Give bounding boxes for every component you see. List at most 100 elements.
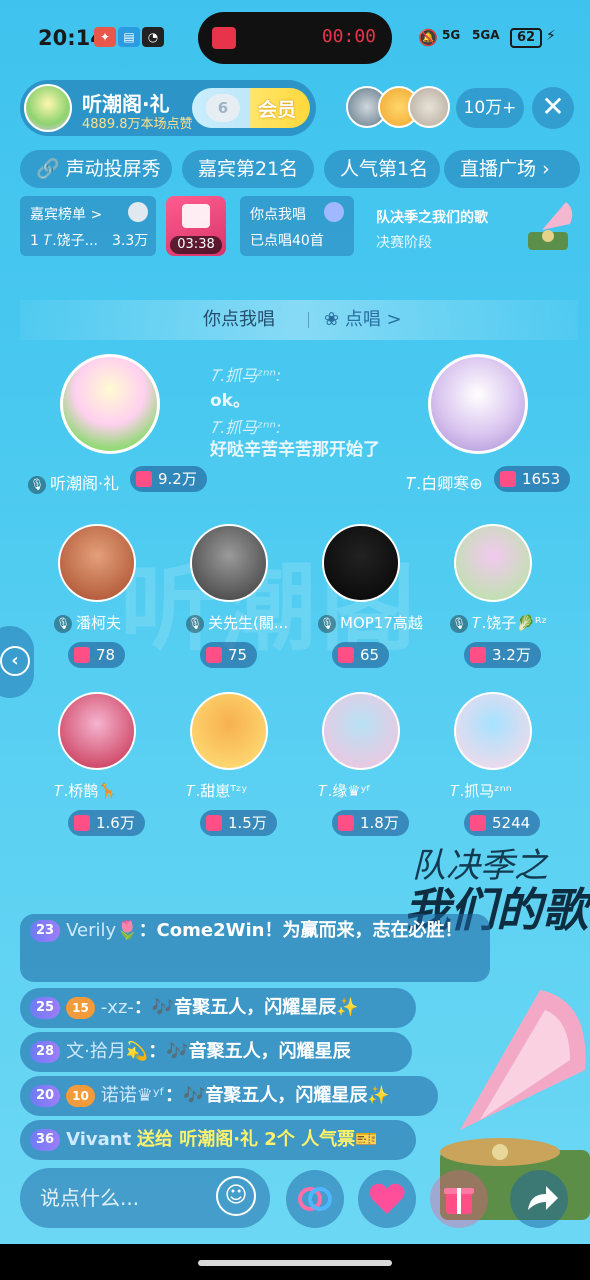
user-level-badge: 25 xyxy=(30,997,61,1019)
chat-username[interactable]: -xz- xyxy=(101,997,134,1018)
screen-show-chip[interactable]: 🔗 声动投屏秀 xyxy=(20,150,172,188)
score-ticket-icon xyxy=(136,470,152,487)
link-icon: 🔗 xyxy=(36,158,60,180)
seat-avatar[interactable] xyxy=(454,692,532,770)
gift-text: 送给 听潮阁·礼 2个 人气票🎫 xyxy=(136,1129,378,1150)
seat-name-label: 𝑇.桥鹊🦒 xyxy=(54,782,117,800)
host-card[interactable]: 听潮阁·礼 4889.8万本场点赞 6 会员 xyxy=(20,80,316,136)
emoji-button[interactable]: ☺ xyxy=(216,1176,256,1216)
member-label: 会员 xyxy=(258,99,297,121)
mini-chat-user: 𝑇.抓马ᶻⁿⁿ: xyxy=(210,418,282,437)
seat-avatar[interactable] xyxy=(58,692,136,770)
screen-record-pill[interactable]: 00:00 xyxy=(198,12,392,64)
seat-avatar[interactable] xyxy=(322,692,400,770)
gift-timer: 03:38 xyxy=(170,236,222,254)
seat-score-value: 75 xyxy=(228,646,248,664)
chat-text: ：🎶音聚五人，闪耀星辰✨ xyxy=(133,997,359,1018)
like-button[interactable] xyxy=(358,1170,416,1228)
charging-icon: ⚡ xyxy=(546,28,556,44)
host-avatar[interactable] xyxy=(24,84,72,132)
seat-avatar[interactable] xyxy=(58,524,136,602)
guest-seat-avatar[interactable] xyxy=(428,354,528,454)
signal-5ga-label: 5GA xyxy=(472,28,500,42)
flower-icon: ❀ xyxy=(324,309,340,330)
user-level-badge: 36 xyxy=(30,1129,61,1151)
seat-name: 𝑇.抓马ᶻⁿⁿ xyxy=(450,780,570,801)
seat-avatar[interactable] xyxy=(190,692,268,770)
gift-icon xyxy=(444,1188,474,1214)
popularity-rank-label: 人气第1名 xyxy=(340,158,429,180)
mini-chat-text: ok。 xyxy=(210,391,250,411)
host-seat-name-label: 听潮阁·礼 xyxy=(50,474,120,493)
sing-request-label: 点唱 > xyxy=(344,309,402,330)
seat-avatar[interactable] xyxy=(454,524,532,602)
seat-score: 3.2万 xyxy=(464,642,541,668)
link-mic-button[interactable] xyxy=(286,1170,344,1228)
seat-name-label: 𝑇.甜崽ᵀᶻʸ xyxy=(186,782,248,800)
seat-score-value: 1.8万 xyxy=(360,814,399,832)
host-seat-avatar[interactable] xyxy=(60,354,160,454)
live-plaza-chip[interactable]: 直播广场 › xyxy=(444,150,580,188)
user-level-badge: 23 xyxy=(30,920,61,942)
guest-rank-chip[interactable]: 嘉宾第21名 xyxy=(182,150,314,188)
fan-level-heart-icon: 6 xyxy=(206,94,240,122)
chat-message[interactable]: 28 文·拾月💫：🎶音聚五人，闪耀星辰 xyxy=(20,1032,412,1072)
close-button[interactable]: ✕ xyxy=(532,87,574,129)
home-indicator[interactable] xyxy=(198,1260,392,1266)
chat-username[interactable]: 诺诺♛ʸᶠ xyxy=(101,1085,165,1106)
side-collapse-button[interactable]: ‹ xyxy=(0,626,34,698)
viewer-avatar[interactable] xyxy=(408,86,450,128)
match-stage: 决赛阶段 xyxy=(376,235,432,251)
room-divider xyxy=(308,312,309,328)
mini-chat-user: 𝑇.抓马ᶻⁿⁿ: xyxy=(210,366,282,385)
seat-name-label: 𝑇.缘♛ʸᶠ xyxy=(318,782,371,800)
fans-membership-badge[interactable]: 6 会员 xyxy=(192,88,310,128)
system-nav-bar xyxy=(0,1244,590,1280)
chevron-left-icon: ‹ xyxy=(0,646,30,676)
seat-avatar[interactable] xyxy=(190,524,268,602)
phonograph-mini-icon xyxy=(528,202,573,250)
seat-name: 🎙 𝑇.饶子🥬ᴿᶻ xyxy=(450,612,570,633)
guest-rank-label: 嘉宾第21名 xyxy=(198,158,299,180)
battery-indicator: 62 xyxy=(510,28,542,48)
gift-box-icon xyxy=(182,204,210,228)
chat-message[interactable]: 25 15 -xz-：🎶音聚五人，闪耀星辰✨ xyxy=(20,988,416,1028)
fan-level-badge: 10 xyxy=(66,1085,95,1107)
seat-score: 1.8万 xyxy=(332,810,409,836)
gift-message[interactable]: 36 Vivant 送给 听潮阁·礼 2个 人气票🎫 xyxy=(20,1120,416,1160)
record-timer: 00:00 xyxy=(321,26,376,47)
seat-avatar[interactable] xyxy=(322,524,400,602)
mic-muted-icon: 🎙 xyxy=(186,614,204,633)
chat-text: ：Come2Win！为赢而来，志在必胜！ xyxy=(138,920,463,941)
chat-message[interactable]: 23 Verily🌷：Come2Win！为赢而来，志在必胜！ xyxy=(20,914,490,982)
share-button[interactable] xyxy=(510,1170,568,1228)
chat-username[interactable]: Verily🌷 xyxy=(66,920,138,941)
gift-button[interactable] xyxy=(430,1170,488,1228)
guest-list-top-user: 1 𝑇.饶子... xyxy=(30,233,99,249)
seat-name: 🎙 潘柯夫 xyxy=(54,612,174,633)
chat-message[interactable]: 20 10 诺诺♛ʸᶠ：🎶音聚五人，闪耀星辰✨ xyxy=(20,1076,438,1116)
song-request-count: 已点唱40首 xyxy=(250,233,324,249)
match-title[interactable]: 队决季之我们的歌 xyxy=(376,207,488,227)
seat-name-label: 𝑇.抓马ᶻⁿⁿ xyxy=(450,782,512,800)
seat-name-label: 潘柯夫 xyxy=(76,614,122,632)
seat-score-value: 1.5万 xyxy=(228,814,267,832)
popularity-rank-chip[interactable]: 人气第1名 xyxy=(324,150,440,188)
gift-timer-card[interactable]: 03:38 xyxy=(166,196,226,256)
guest-list-card[interactable]: 嘉宾榜单 > 1 𝑇.饶子... 3.3万 xyxy=(20,196,156,256)
viewer-count-button[interactable]: 10万+ xyxy=(456,88,524,128)
mic-muted-icon: 🎙 xyxy=(54,614,72,633)
guest-list-title: 嘉宾榜单 > xyxy=(30,207,103,223)
song-request-card[interactable]: 你点我唱 已点唱40首 xyxy=(240,196,354,256)
chat-username[interactable]: Vivant xyxy=(66,1129,131,1150)
score-ticket-icon xyxy=(206,646,222,663)
chat-username[interactable]: 文·拾月💫 xyxy=(66,1041,148,1062)
seat-score: 75 xyxy=(200,642,258,668)
seat-score-value: 65 xyxy=(360,646,380,664)
score-ticket-icon xyxy=(206,814,222,831)
seat-name: 𝑇.桥鹊🦒 xyxy=(54,780,174,801)
sing-request-link[interactable]: ❀ 点唱 > xyxy=(324,300,402,340)
seat-score-value: 5244 xyxy=(492,814,531,832)
book-app-icon: ▤ xyxy=(118,27,140,47)
seat-name: 🎙 MOP17高越 xyxy=(318,612,438,633)
